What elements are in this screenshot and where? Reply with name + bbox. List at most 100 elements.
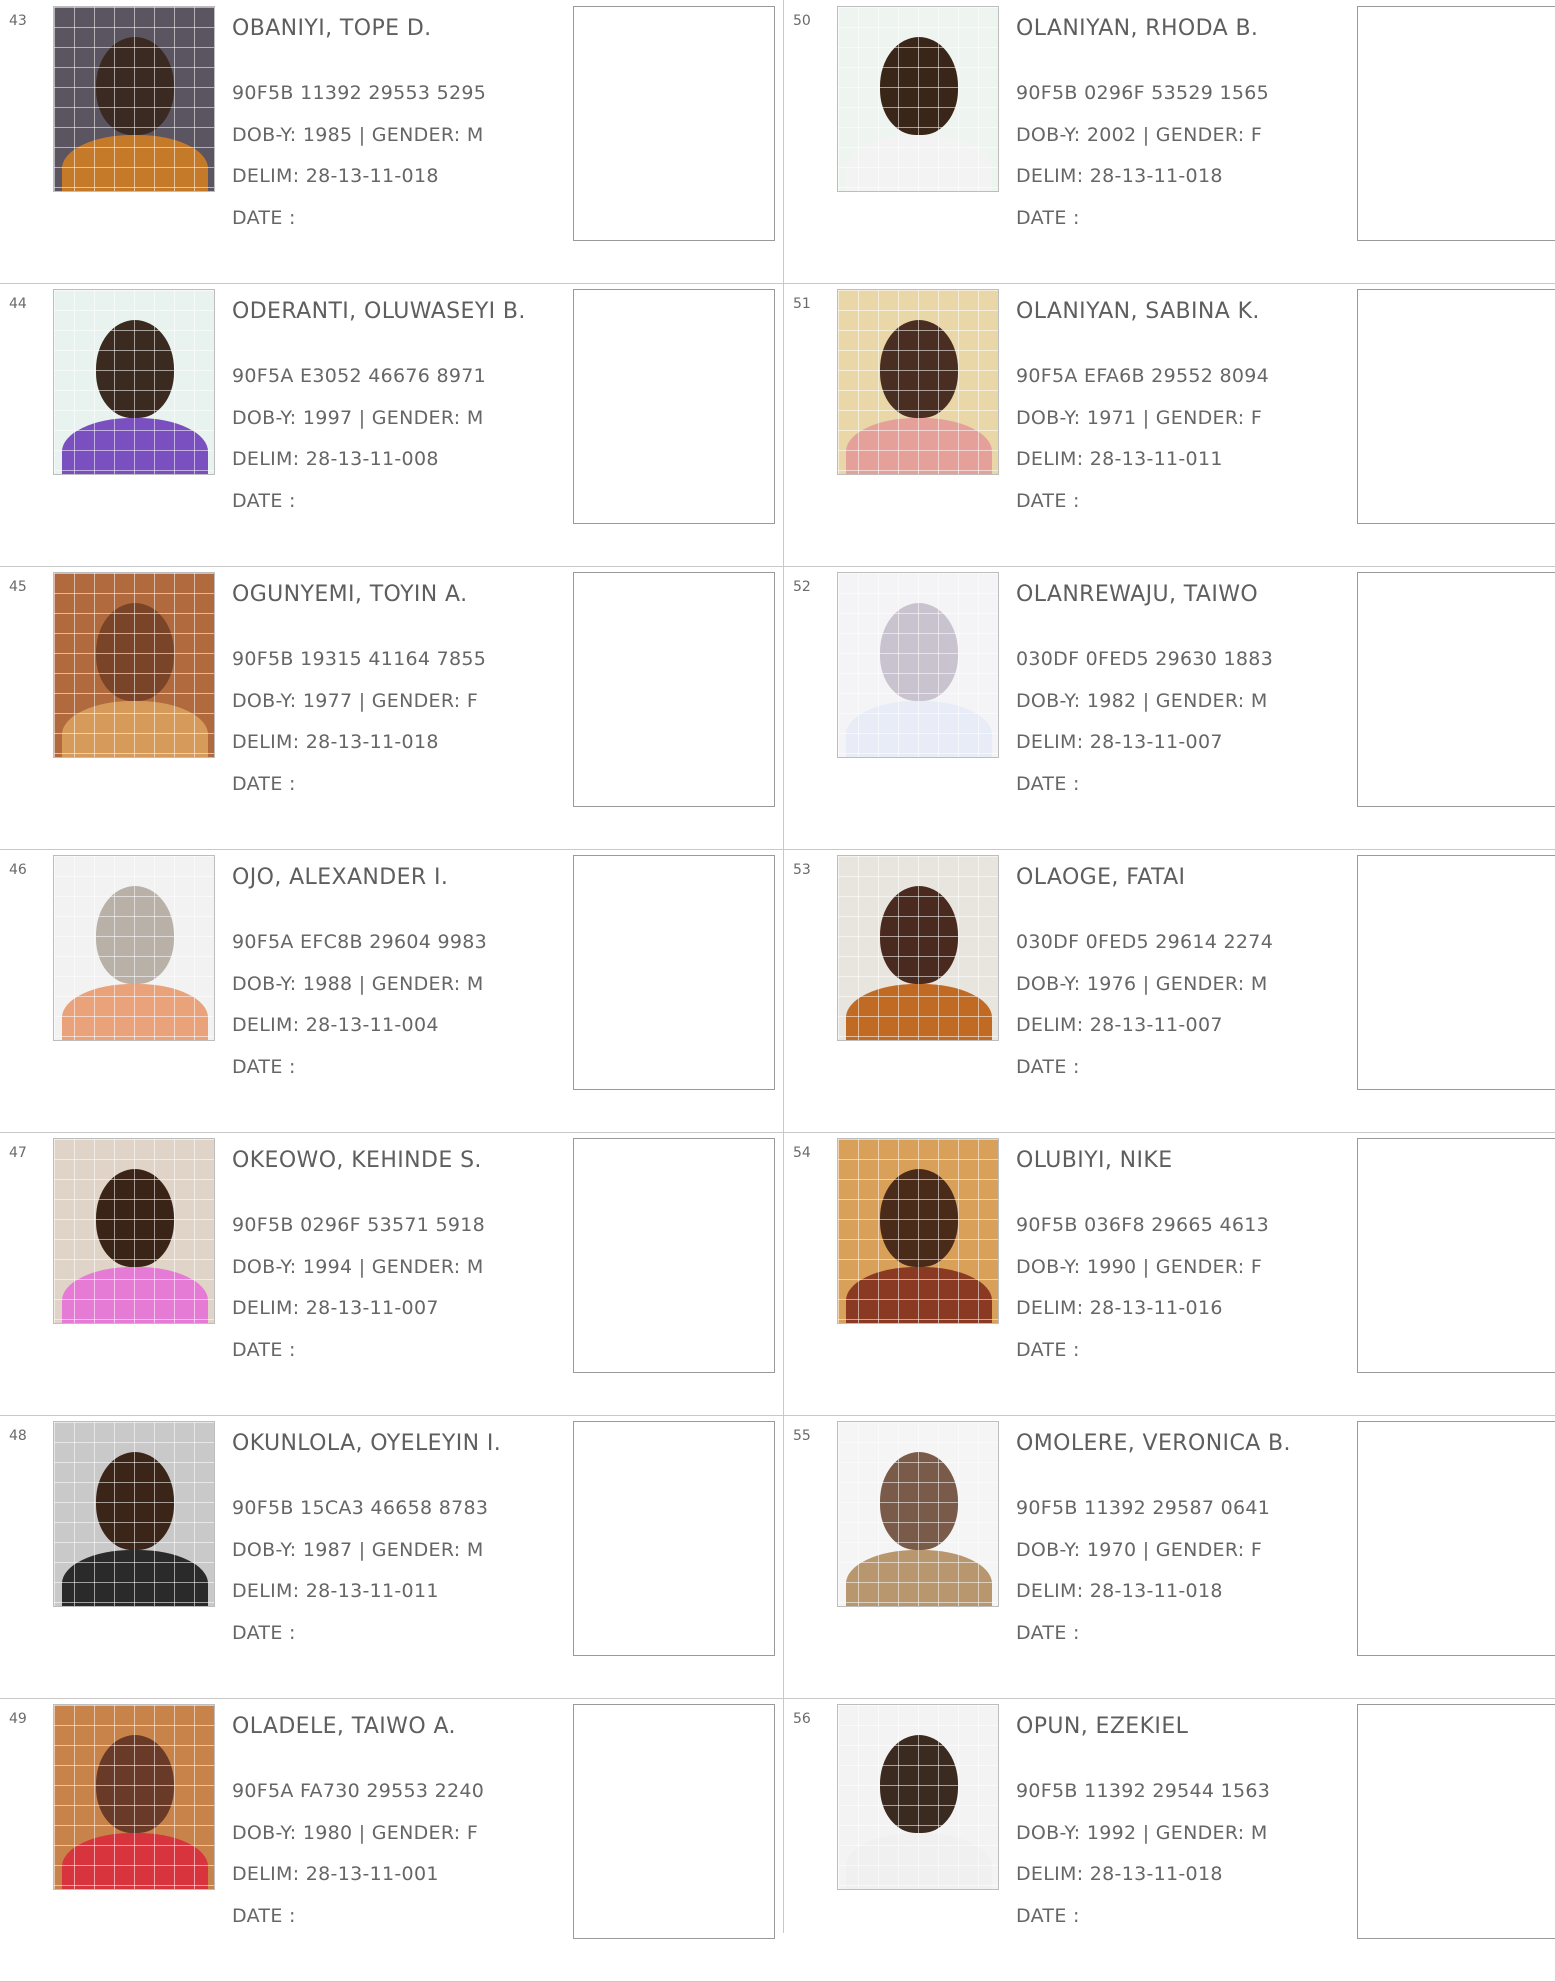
signature-box bbox=[573, 289, 775, 524]
voter-record: 44 ODERANTI, OLUWASEYI B. 90F5A E3052 46… bbox=[0, 283, 784, 567]
voter-record: 46 OJO, ALEXANDER I. 90F5A EFC8B 29604 9… bbox=[0, 849, 784, 1133]
voter-delim: DELIM: 28-13-11-008 bbox=[232, 448, 439, 470]
voter-delim: DELIM: 28-13-11-018 bbox=[232, 165, 439, 187]
signature-box bbox=[573, 1704, 775, 1939]
voter-date: DATE : bbox=[1016, 207, 1080, 229]
signature-box bbox=[1357, 1704, 1555, 1939]
voter-delim: DELIM: 28-13-11-007 bbox=[1016, 1014, 1223, 1036]
voter-delim: DELIM: 28-13-11-018 bbox=[1016, 165, 1223, 187]
record-serial: 56 bbox=[793, 1711, 811, 1727]
voter-name: OKUNLOLA, OYELEYIN I. bbox=[232, 1431, 502, 1456]
voter-dob-gender: DOB-Y: 1985 | GENDER: M bbox=[232, 124, 484, 146]
signature-box bbox=[1357, 1421, 1555, 1656]
voter-name: OLANIYAN, SABINA K. bbox=[1016, 299, 1260, 324]
voter-register-page: 43 OBANIYI, TOPE D. 90F5B 11392 29553 52… bbox=[0, 0, 1555, 1982]
voter-name: OLADELE, TAIWO A. bbox=[232, 1714, 456, 1739]
voter-date: DATE : bbox=[1016, 1056, 1080, 1078]
photo-watermark-grid bbox=[838, 1139, 998, 1323]
photo-watermark-grid bbox=[838, 290, 998, 474]
voter-delim: DELIM: 28-13-11-007 bbox=[232, 1297, 439, 1319]
voter-photo bbox=[53, 1138, 215, 1324]
signature-box bbox=[573, 1138, 775, 1373]
voter-delim: DELIM: 28-13-11-011 bbox=[1016, 448, 1223, 470]
right-column: 50 OLANIYAN, RHODA B. 90F5B 0296F 53529 … bbox=[784, 0, 1555, 1982]
photo-watermark-grid bbox=[838, 856, 998, 1040]
voter-dob-gender: DOB-Y: 1997 | GENDER: M bbox=[232, 407, 484, 429]
voter-dob-gender: DOB-Y: 1992 | GENDER: M bbox=[1016, 1822, 1268, 1844]
voter-name: OKEOWO, KEHINDE S. bbox=[232, 1148, 482, 1173]
photo-watermark-grid bbox=[838, 573, 998, 757]
voter-vin: 90F5B 15CA3 46658 8783 bbox=[232, 1497, 489, 1519]
voter-date: DATE : bbox=[232, 1905, 296, 1927]
signature-box bbox=[573, 855, 775, 1090]
voter-dob-gender: DOB-Y: 1988 | GENDER: M bbox=[232, 973, 484, 995]
photo-watermark-grid bbox=[54, 1422, 214, 1606]
voter-photo bbox=[53, 289, 215, 475]
record-serial: 49 bbox=[9, 1711, 27, 1727]
voter-vin: 90F5B 11392 29544 1563 bbox=[1016, 1780, 1271, 1802]
voter-dob-gender: DOB-Y: 1976 | GENDER: M bbox=[1016, 973, 1268, 995]
voter-photo bbox=[837, 1421, 999, 1607]
record-serial: 53 bbox=[793, 862, 811, 878]
voter-dob-gender: DOB-Y: 1977 | GENDER: F bbox=[232, 690, 479, 712]
voter-date: DATE : bbox=[232, 207, 296, 229]
photo-watermark-grid bbox=[54, 856, 214, 1040]
signature-box bbox=[1357, 572, 1555, 807]
voter-date: DATE : bbox=[232, 1622, 296, 1644]
voter-dob-gender: DOB-Y: 1970 | GENDER: F bbox=[1016, 1539, 1263, 1561]
voter-date: DATE : bbox=[1016, 1622, 1080, 1644]
record-serial: 48 bbox=[9, 1428, 27, 1444]
voter-record: 50 OLANIYAN, RHODA B. 90F5B 0296F 53529 … bbox=[784, 0, 1555, 284]
voter-delim: DELIM: 28-13-11-018 bbox=[1016, 1580, 1223, 1602]
photo-watermark-grid bbox=[54, 290, 214, 474]
voter-record: 55 OMOLERE, VERONICA B. 90F5B 11392 2958… bbox=[784, 1415, 1555, 1699]
signature-box bbox=[1357, 6, 1555, 241]
voter-name: OLANIYAN, RHODA B. bbox=[1016, 16, 1259, 41]
photo-watermark-grid bbox=[54, 573, 214, 757]
photo-watermark-grid bbox=[54, 7, 214, 191]
voter-photo bbox=[837, 855, 999, 1041]
voter-vin: 90F5B 11392 29553 5295 bbox=[232, 82, 487, 104]
voter-name: OGUNYEMI, TOYIN A. bbox=[232, 582, 468, 607]
voter-date: DATE : bbox=[1016, 490, 1080, 512]
voter-vin: 90F5B 19315 41164 7855 bbox=[232, 648, 487, 670]
signature-box bbox=[573, 572, 775, 807]
voter-name: OLUBIYI, NIKE bbox=[1016, 1148, 1173, 1173]
voter-name: OLAOGE, FATAI bbox=[1016, 865, 1186, 890]
voter-date: DATE : bbox=[1016, 773, 1080, 795]
voter-delim: DELIM: 28-13-11-018 bbox=[232, 731, 439, 753]
voter-dob-gender: DOB-Y: 1982 | GENDER: M bbox=[1016, 690, 1268, 712]
voter-photo bbox=[837, 1138, 999, 1324]
voter-record: 45 OGUNYEMI, TOYIN A. 90F5B 19315 41164 … bbox=[0, 566, 784, 850]
voter-delim: DELIM: 28-13-11-001 bbox=[232, 1863, 439, 1885]
voter-record: 49 OLADELE, TAIWO A. 90F5A FA730 29553 2… bbox=[0, 1698, 784, 1982]
voter-delim: DELIM: 28-13-11-016 bbox=[1016, 1297, 1223, 1319]
voter-dob-gender: DOB-Y: 1994 | GENDER: M bbox=[232, 1256, 484, 1278]
record-serial: 50 bbox=[793, 13, 811, 29]
voter-dob-gender: DOB-Y: 1971 | GENDER: F bbox=[1016, 407, 1263, 429]
voter-record: 54 OLUBIYI, NIKE 90F5B 036F8 29665 4613 … bbox=[784, 1132, 1555, 1416]
voter-photo bbox=[837, 572, 999, 758]
voter-name: OLANREWAJU, TAIWO bbox=[1016, 582, 1259, 607]
voter-dob-gender: DOB-Y: 1980 | GENDER: F bbox=[232, 1822, 479, 1844]
voter-photo bbox=[53, 6, 215, 192]
voter-record: 51 OLANIYAN, SABINA K. 90F5A EFA6B 29552… bbox=[784, 283, 1555, 567]
voter-vin: 030DF 0FED5 29614 2274 bbox=[1016, 931, 1274, 953]
photo-watermark-grid bbox=[838, 7, 998, 191]
record-serial: 45 bbox=[9, 579, 27, 595]
voter-vin: 90F5B 036F8 29665 4613 bbox=[1016, 1214, 1270, 1236]
voter-vin: 90F5B 11392 29587 0641 bbox=[1016, 1497, 1271, 1519]
left-column: 43 OBANIYI, TOPE D. 90F5B 11392 29553 52… bbox=[0, 0, 784, 1982]
photo-watermark-grid bbox=[838, 1705, 998, 1889]
record-serial: 54 bbox=[793, 1145, 811, 1161]
record-serial: 47 bbox=[9, 1145, 27, 1161]
voter-delim: DELIM: 28-13-11-007 bbox=[1016, 731, 1223, 753]
voter-record: 43 OBANIYI, TOPE D. 90F5B 11392 29553 52… bbox=[0, 0, 784, 284]
voter-vin: 90F5B 0296F 53529 1565 bbox=[1016, 82, 1270, 104]
voter-photo bbox=[53, 855, 215, 1041]
voter-photo bbox=[837, 6, 999, 192]
record-serial: 46 bbox=[9, 862, 27, 878]
record-serial: 43 bbox=[9, 13, 27, 29]
voter-vin: 90F5A FA730 29553 2240 bbox=[232, 1780, 485, 1802]
record-serial: 52 bbox=[793, 579, 811, 595]
